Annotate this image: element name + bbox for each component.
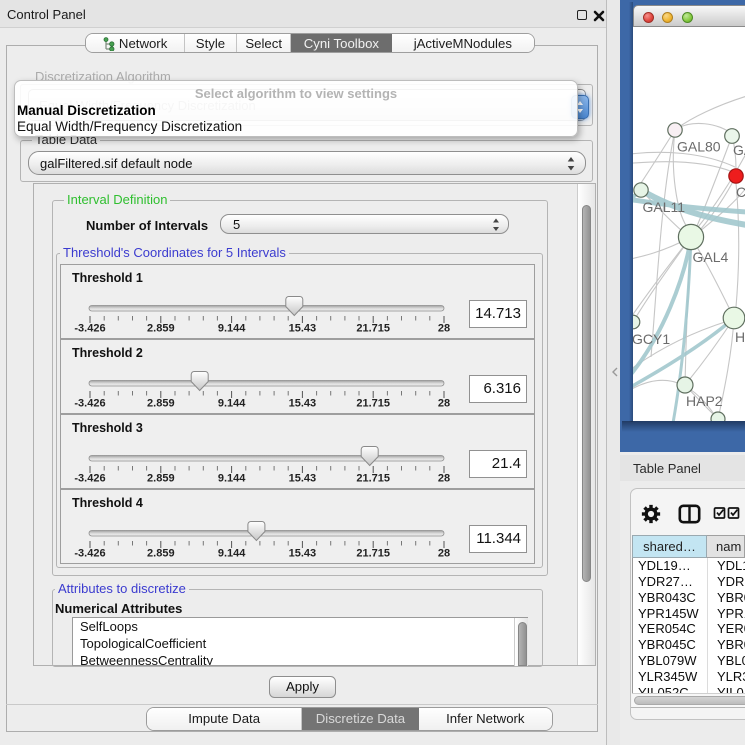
svg-text:GA: GA [733,142,745,158]
svg-text:GAL80: GAL80 [677,139,721,155]
svg-text:C: C [736,184,745,200]
svg-text:28: 28 [438,548,450,560]
svg-text:2.859: 2.859 [147,473,175,485]
svg-text:2.859: 2.859 [147,323,175,335]
svg-text:-3.426: -3.426 [74,323,105,335]
svg-text:9.144: 9.144 [218,548,246,560]
svg-text:21.715: 21.715 [356,398,390,410]
svg-text:9.144: 9.144 [218,473,246,485]
svg-text:2.859: 2.859 [147,398,175,410]
svg-text:21.715: 21.715 [356,548,390,560]
svg-text:-3.426: -3.426 [74,398,105,410]
svg-text:28: 28 [438,398,450,410]
svg-text:GAL4: GAL4 [693,249,729,265]
svg-text:GAL11: GAL11 [643,199,686,215]
svg-text:HAP2: HAP2 [686,393,723,409]
svg-text:2.859: 2.859 [147,548,175,560]
svg-text:-3.426: -3.426 [74,548,105,560]
svg-text:21.715: 21.715 [356,473,390,485]
svg-text:-3.426: -3.426 [74,473,105,485]
svg-text:28: 28 [438,323,450,335]
svg-text:9.144: 9.144 [218,398,246,410]
svg-text:21.715: 21.715 [356,323,390,335]
svg-text:GCY1: GCY1 [633,331,670,347]
svg-text:9.144: 9.144 [218,323,246,335]
svg-text:15.43: 15.43 [289,473,317,485]
svg-text:15.43: 15.43 [289,398,317,410]
svg-text:15.43: 15.43 [289,548,317,560]
svg-text:15.43: 15.43 [289,323,317,335]
svg-text:H: H [735,329,745,345]
svg-text:28: 28 [438,473,450,485]
